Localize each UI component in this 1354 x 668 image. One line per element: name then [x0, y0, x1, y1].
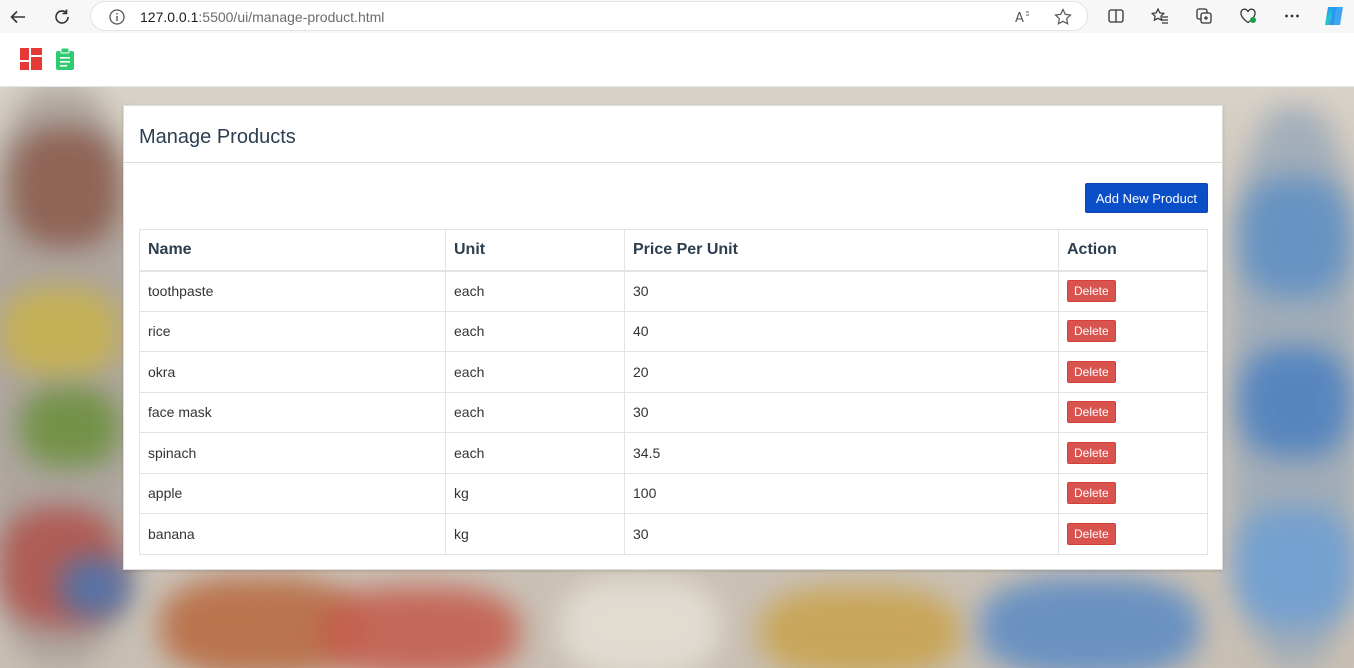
table-row: apple kg 100 Delete — [139, 472, 1208, 514]
delete-button[interactable]: Delete — [1067, 401, 1116, 424]
column-header-name: Name — [139, 229, 446, 272]
delete-button[interactable]: Delete — [1067, 482, 1116, 505]
action-cell: Delete — [1058, 432, 1208, 474]
product-price: 40 — [624, 310, 1059, 352]
svg-text:A: A — [1015, 11, 1024, 26]
action-cell: Delete — [1058, 391, 1208, 433]
action-cell: Delete — [1058, 472, 1208, 514]
product-name: face mask — [139, 391, 446, 433]
product-name: okra — [139, 351, 446, 393]
product-name: spinach — [139, 432, 446, 474]
url-text: 127.0.0.1:5500/ui/manage-product.html — [140, 9, 385, 25]
address-bar[interactable]: 127.0.0.1:5500/ui/manage-product.html A — [90, 1, 1088, 31]
product-name: toothpaste — [139, 270, 446, 312]
browser-essentials-icon[interactable] — [1239, 7, 1257, 25]
product-unit: kg — [445, 472, 625, 514]
back-icon[interactable] — [5, 4, 31, 30]
dashboard-icon[interactable] — [20, 48, 42, 70]
clipboard-icon[interactable] — [54, 47, 76, 70]
browser-toolbar: 127.0.0.1:5500/ui/manage-product.html A — [0, 0, 1354, 33]
product-unit: each — [445, 270, 625, 312]
add-new-product-button[interactable]: Add New Product — [1084, 183, 1208, 213]
panel-header: Manage Products — [124, 106, 1222, 163]
table-header-row: Name Unit Price Per Unit Action — [139, 229, 1208, 272]
products-table: Name Unit Price Per Unit Action toothpas… — [139, 229, 1208, 555]
refresh-icon[interactable] — [49, 4, 75, 30]
product-unit: each — [445, 351, 625, 393]
product-price: 34.5 — [624, 432, 1059, 474]
product-price: 30 — [624, 391, 1059, 433]
table-row: spinach each 34.5 Delete — [139, 432, 1208, 474]
more-options-icon[interactable] — [1283, 7, 1301, 25]
app-header — [0, 33, 1354, 87]
product-unit: kg — [445, 513, 625, 555]
product-name: rice — [139, 310, 446, 352]
manage-products-panel: Manage Products Add New Product Name Uni… — [123, 105, 1223, 570]
page-title: Manage Products — [139, 126, 296, 148]
product-name: banana — [139, 513, 446, 555]
product-name: apple — [139, 472, 446, 514]
action-cell: Delete — [1058, 513, 1208, 555]
site-info-icon[interactable] — [109, 9, 125, 25]
product-unit: each — [445, 391, 625, 433]
product-unit: each — [445, 432, 625, 474]
delete-button[interactable]: Delete — [1067, 522, 1116, 545]
table-row: banana kg 30 Delete — [139, 513, 1208, 555]
delete-button[interactable]: Delete — [1067, 441, 1116, 464]
product-price: 20 — [624, 351, 1059, 393]
collections-icon[interactable] — [1195, 7, 1213, 25]
product-unit: each — [445, 310, 625, 352]
product-price: 30 — [624, 513, 1059, 555]
delete-button[interactable]: Delete — [1067, 280, 1116, 302]
favorites-icon[interactable] — [1150, 7, 1169, 25]
split-screen-icon[interactable] — [1107, 7, 1125, 25]
column-header-action: Action — [1058, 229, 1208, 272]
table-row: face mask each 30 Delete — [139, 391, 1208, 433]
read-aloud-icon[interactable]: A — [1014, 8, 1032, 26]
column-header-price: Price Per Unit — [624, 229, 1059, 272]
delete-button[interactable]: Delete — [1067, 320, 1116, 343]
copilot-icon[interactable] — [1322, 4, 1346, 28]
action-cell: Delete — [1058, 310, 1208, 352]
column-header-unit: Unit — [445, 229, 625, 272]
action-cell: Delete — [1058, 270, 1208, 312]
table-row: okra each 20 Delete — [139, 351, 1208, 393]
table-row: toothpaste each 30 Delete — [139, 270, 1208, 312]
product-price: 30 — [624, 270, 1059, 312]
action-cell: Delete — [1058, 351, 1208, 393]
product-price: 100 — [624, 472, 1059, 514]
delete-button[interactable]: Delete — [1067, 360, 1116, 383]
table-row: rice each 40 Delete — [139, 310, 1208, 352]
favorite-star-icon[interactable] — [1054, 8, 1072, 26]
